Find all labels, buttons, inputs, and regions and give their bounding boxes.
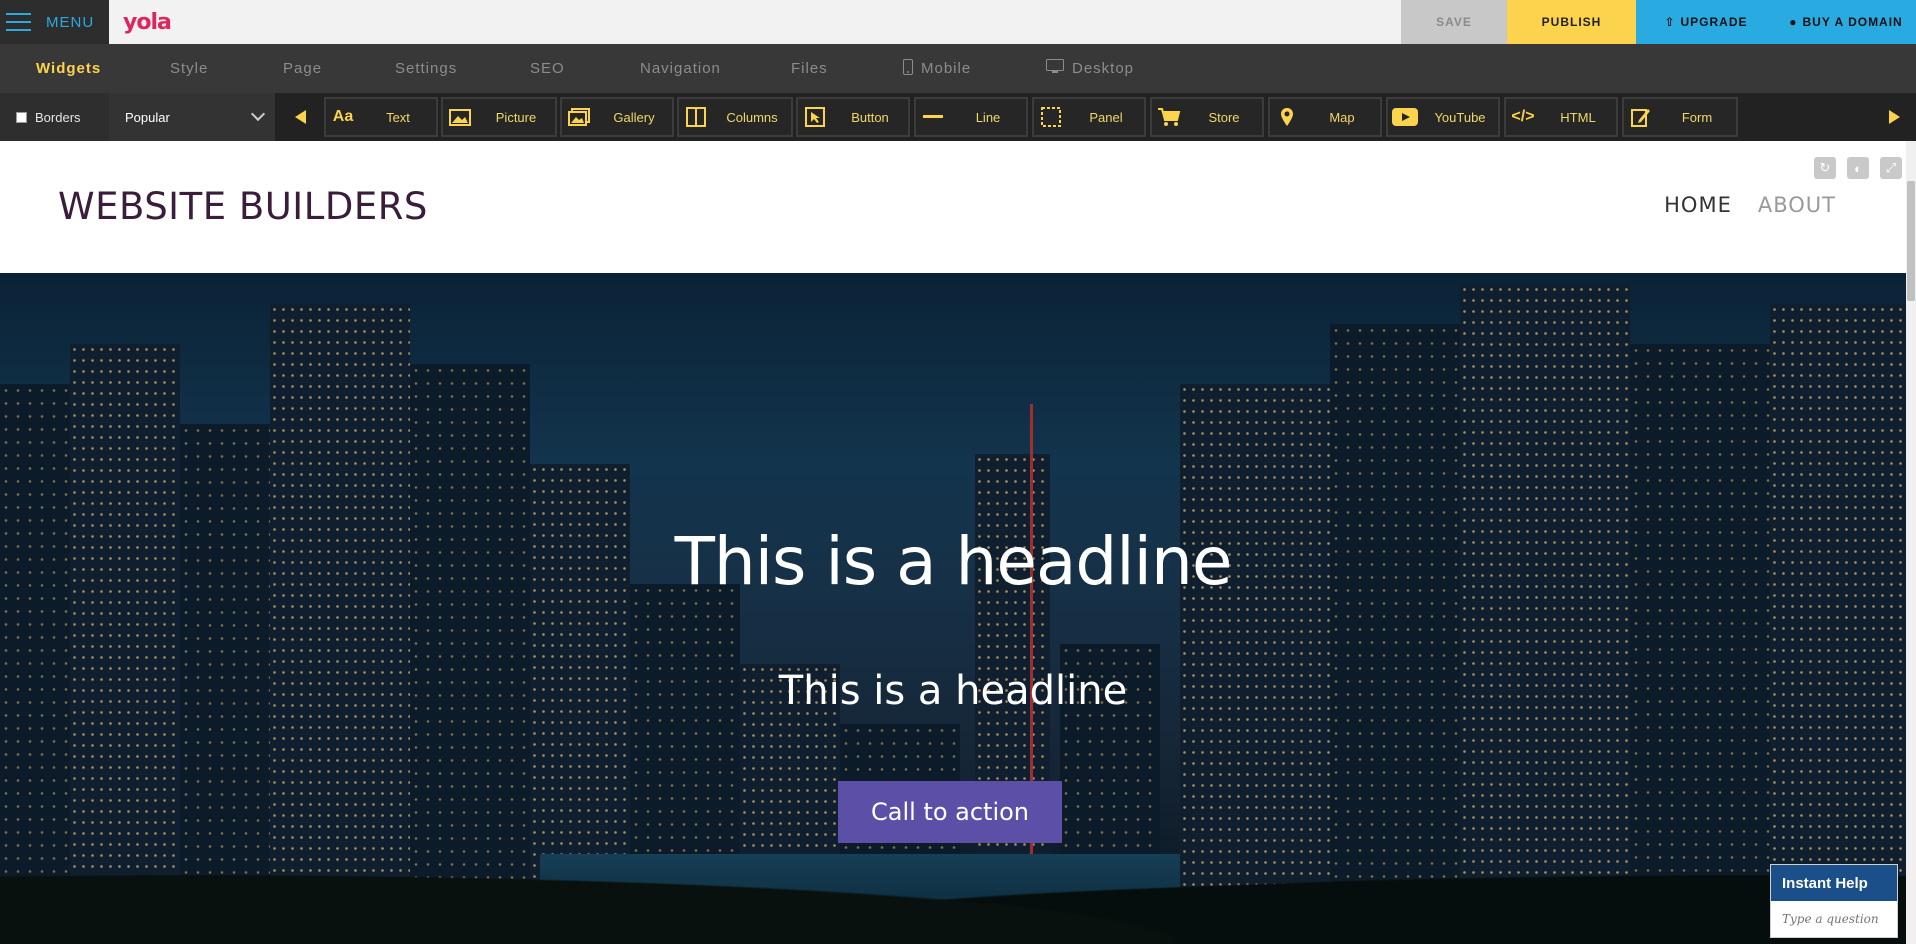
widget-label: Form (1681, 109, 1713, 125)
borders-label: Borders (35, 109, 81, 125)
widget-category-select[interactable]: Popular (109, 93, 275, 141)
tab-navigation[interactable]: Navigation (640, 44, 721, 93)
arrow-up-icon: ⇧ (1664, 15, 1676, 29)
borders-toggle[interactable]: Borders (0, 93, 109, 141)
code-icon: </> (1511, 108, 1535, 125)
widget-map[interactable]: Map (1268, 97, 1382, 137)
main-tabs: Widgets Style Page Settings SEO Navigati… (0, 44, 1916, 93)
widget-label: Columns (726, 109, 778, 125)
widget-store[interactable]: Store (1150, 97, 1264, 137)
upgrade-label: UPGRADE (1680, 15, 1748, 29)
instant-help-widget: Instant Help (1770, 864, 1898, 938)
refresh-icon[interactable]: ↻ (1814, 157, 1836, 179)
mobile-icon (903, 58, 913, 79)
text-icon: Aa (332, 108, 354, 125)
fullscreen-icon[interactable]: ⤢ (1880, 157, 1902, 179)
widget-label: Gallery (613, 109, 655, 125)
picture-icon (443, 108, 477, 126)
hero-section: This is a headline This is a headline Ca… (0, 273, 1906, 944)
widget-bar: Borders Popular Aa Text Picture Gallery (0, 93, 1916, 141)
widget-label: HTML (1560, 109, 1596, 125)
widget-label: Picture (495, 109, 537, 125)
instant-help-title[interactable]: Instant Help (1771, 865, 1897, 901)
site-preview: WEBSITE BUILDERS HOME ABOUT ↻ ◐ ⤢ This i… (0, 141, 1906, 944)
scrollbar-thumb[interactable] (1907, 181, 1915, 301)
yola-logo: yola (123, 9, 172, 35)
widget-category-value: Popular (125, 109, 170, 125)
scroll-right-button[interactable] (1872, 93, 1916, 141)
upgrade-button[interactable]: ⇧ UPGRADE (1636, 0, 1776, 44)
tab-desktop[interactable]: Desktop (1046, 44, 1134, 93)
arrow-right-icon (1888, 110, 1900, 124)
chevron-down-icon (250, 106, 266, 122)
widget-line[interactable]: Line (914, 97, 1028, 137)
widget-label: Line (975, 109, 1001, 125)
toggle-view-icon[interactable]: ◐ (1847, 157, 1869, 179)
widget-label: Button (851, 109, 889, 125)
button-icon (798, 107, 832, 127)
tab-widgets[interactable]: Widgets (36, 44, 101, 93)
tab-files[interactable]: Files (791, 44, 828, 93)
form-icon (1624, 107, 1658, 127)
buy-domain-label: BUY A DOMAIN (1802, 15, 1903, 29)
panel-icon (1034, 107, 1068, 127)
youtube-icon (1388, 108, 1422, 126)
cart-icon (1152, 107, 1186, 127)
widget-text[interactable]: Aa Text (324, 97, 438, 137)
nav-home[interactable]: HOME (1664, 193, 1732, 217)
widget-label: Text (386, 109, 410, 125)
tab-mobile[interactable]: Mobile (903, 44, 971, 93)
publish-button[interactable]: PUBLISH (1507, 0, 1636, 44)
widget-label: YouTube (1434, 109, 1486, 125)
line-icon (916, 115, 950, 119)
widget-gallery[interactable]: Gallery (560, 97, 674, 137)
tab-settings[interactable]: Settings (395, 44, 457, 93)
menu-button[interactable]: MENU (0, 0, 109, 44)
scroll-left-button[interactable] (277, 93, 323, 141)
map-pin-icon (1270, 107, 1304, 127)
widget-label: Store (1208, 109, 1240, 125)
yola-editor: MENU yola SAVE PUBLISH ⇧ UPGRADE ● BUY A… (0, 0, 1916, 944)
buy-domain-button[interactable]: ● BUY A DOMAIN (1776, 0, 1916, 44)
call-to-action-button[interactable]: Call to action (838, 781, 1062, 843)
tab-style[interactable]: Style (170, 44, 208, 93)
hero-overlay (0, 273, 1906, 944)
save-button[interactable]: SAVE (1401, 0, 1507, 44)
widget-form[interactable]: Form (1622, 97, 1738, 137)
desktop-icon (1046, 59, 1064, 78)
site-nav: HOME ABOUT (1664, 193, 1836, 217)
widget-button[interactable]: Button (796, 97, 910, 137)
tab-page[interactable]: Page (283, 44, 322, 93)
tab-mobile-label: Mobile (921, 60, 972, 77)
gallery-icon (562, 108, 596, 126)
hero-subheadline[interactable]: This is a headline (0, 668, 1906, 714)
columns-icon (679, 107, 713, 127)
widget-label: Panel (1089, 109, 1123, 125)
nav-about[interactable]: ABOUT (1758, 193, 1836, 217)
hamburger-icon (6, 13, 31, 31)
help-question-input[interactable] (1771, 901, 1897, 937)
borders-checkbox[interactable] (16, 111, 27, 123)
widget-columns[interactable]: Columns (677, 97, 793, 137)
site-title[interactable]: WEBSITE BUILDERS (58, 185, 428, 228)
hero-headline[interactable]: This is a headline (0, 523, 1906, 600)
top-bar: MENU yola SAVE PUBLISH ⇧ UPGRADE ● BUY A… (0, 0, 1916, 44)
site-header: WEBSITE BUILDERS HOME ABOUT ↻ ◐ ⤢ (0, 141, 1906, 273)
preview-controls: ↻ ◐ ⤢ (1814, 157, 1902, 179)
preview-scrollbar[interactable] (1906, 141, 1916, 944)
widget-youtube[interactable]: YouTube (1386, 97, 1500, 137)
tab-desktop-label: Desktop (1072, 60, 1135, 77)
widget-html[interactable]: </> HTML (1504, 97, 1618, 137)
tab-seo[interactable]: SEO (530, 44, 565, 93)
widget-label: Map (1329, 109, 1355, 125)
arrow-left-icon (294, 110, 306, 124)
menu-label: MENU (46, 13, 95, 31)
widget-panel[interactable]: Panel (1032, 97, 1146, 137)
widget-picture[interactable]: Picture (441, 97, 557, 137)
globe-icon: ● (1789, 15, 1798, 29)
